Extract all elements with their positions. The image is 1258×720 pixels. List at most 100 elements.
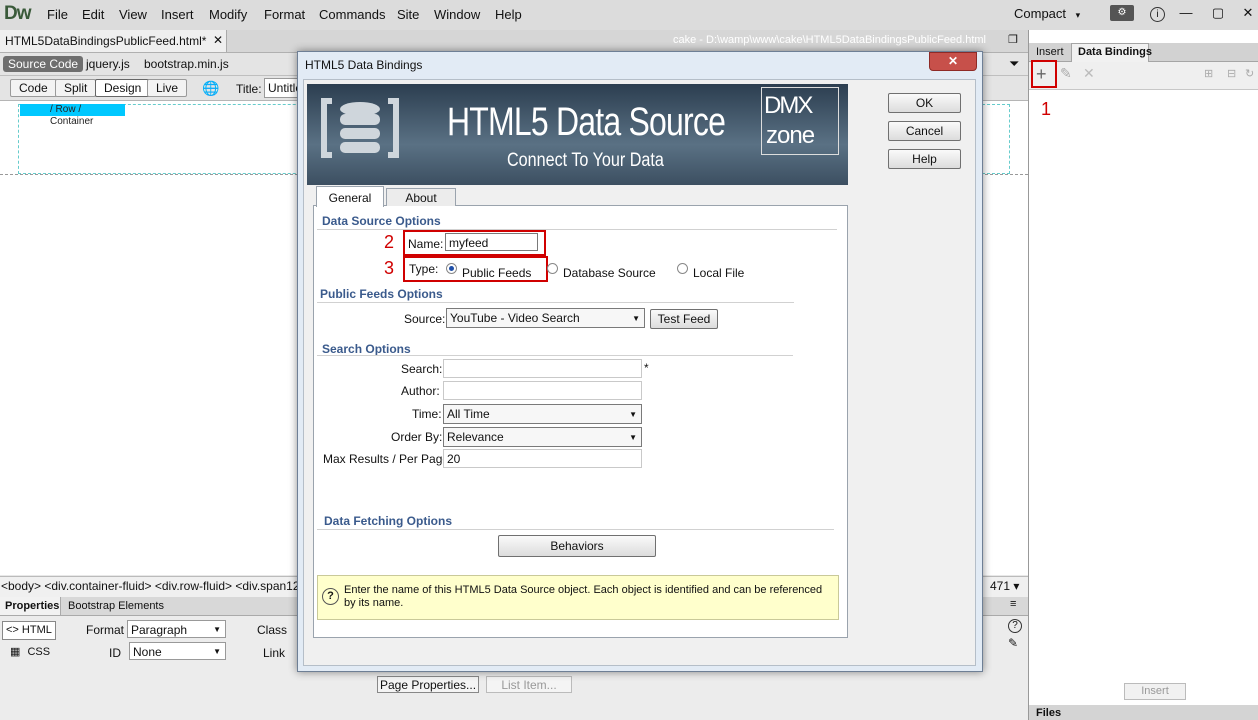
annotation-box-1 (1031, 60, 1057, 88)
source-value: YouTube - Video Search (450, 311, 580, 325)
divider (317, 302, 794, 303)
tag-selector-path[interactable]: <body> <div.container-fluid> <div.row-fl… (1, 579, 306, 593)
test-feed-button[interactable]: Test Feed (650, 309, 718, 329)
pencil-icon[interactable]: ✎ (1060, 65, 1072, 82)
list-item-button[interactable]: List Item... (486, 676, 572, 693)
question-icon: ? (322, 588, 339, 605)
tab-about[interactable]: About (386, 188, 456, 206)
restore-icon[interactable]: ❐ (1008, 33, 1018, 46)
menu-window[interactable]: Window (434, 7, 480, 22)
related-file-bootstrap[interactable]: bootstrap.min.js (144, 57, 229, 71)
related-file-jquery[interactable]: jquery.js (86, 57, 130, 71)
row-container-tag[interactable]: / Row / Container (20, 104, 125, 127)
ok-button[interactable]: OK (888, 93, 961, 113)
max-results-input[interactable]: 20 (443, 449, 642, 468)
view-code-button[interactable]: Code (10, 79, 57, 97)
section-search-options: Search Options (322, 342, 411, 356)
type-option-database-source[interactable]: Database Source (563, 266, 656, 280)
workspace-label: Compact (1014, 6, 1067, 21)
section-public-feeds-options: Public Feeds Options (320, 287, 443, 301)
id-value: None (133, 645, 162, 659)
time-value: All Time (447, 407, 490, 421)
behaviors-button[interactable]: Behaviors (498, 535, 656, 557)
collapse-icon[interactable]: ⊟ (1227, 67, 1236, 80)
id-label: ID (109, 646, 121, 660)
order-by-select[interactable]: Relevance ▼ (443, 427, 642, 447)
document-tab-label: HTML5DataBindingsPublicFeed.html* (5, 34, 207, 48)
document-path: cake - D:\wamp\www\cake\HTML5DataBinding… (673, 34, 987, 46)
css-mode-button[interactable]: ▦ CSS (10, 645, 50, 658)
page-properties-button[interactable]: Page Properties... (377, 676, 479, 693)
sync-settings-icon[interactable]: ⚙ (1110, 5, 1134, 21)
insert-binding-button[interactable]: Insert (1124, 683, 1186, 700)
dialog-close-button[interactable]: ✕ (929, 52, 977, 71)
search-label: Search: (401, 362, 443, 376)
view-design-button[interactable]: Design (95, 79, 151, 97)
menu-commands[interactable]: Commands (319, 7, 385, 22)
menu-help[interactable]: Help (495, 7, 522, 22)
css-mode-label: CSS (27, 646, 51, 658)
panel-menu-icon[interactable]: ≡ (1010, 598, 1016, 610)
time-label: Time: (412, 407, 442, 421)
tab-data-bindings-label: Data Bindings (1078, 46, 1152, 58)
id-select[interactable]: None ▼ (129, 642, 226, 660)
minimize-icon[interactable]: — (1178, 5, 1194, 21)
view-split-button[interactable]: Split (55, 79, 97, 97)
expand-icon[interactable]: ⊞ (1204, 67, 1213, 80)
type-option-local-file[interactable]: Local File (693, 266, 744, 280)
section-data-fetching-options: Data Fetching Options (324, 514, 453, 528)
view-live-button[interactable]: Live (147, 79, 188, 97)
name-input[interactable]: myfeed (445, 233, 538, 251)
info-icon[interactable]: i (1150, 7, 1165, 22)
menu-insert[interactable]: Insert (161, 7, 194, 22)
menu-modify[interactable]: Modify (209, 7, 247, 22)
menu-view[interactable]: View (119, 7, 147, 22)
window-size[interactable]: 471 ▾ (990, 579, 1019, 593)
type-label: Type: (409, 262, 439, 276)
grid-icon: ▦ (10, 646, 21, 658)
help-button[interactable]: Help (888, 149, 961, 169)
refresh-icon[interactable]: ↻ (1245, 67, 1254, 80)
source-select[interactable]: YouTube - Video Search ▼ (446, 308, 645, 328)
format-label: Format (86, 623, 125, 637)
type-option-public-feeds[interactable]: Public Feeds (462, 266, 531, 280)
html-mode-button[interactable]: <> HTML (2, 621, 56, 640)
author-label: Author: (401, 384, 440, 398)
menu-file[interactable]: File (47, 7, 68, 22)
time-select[interactable]: All Time ▼ (443, 404, 642, 424)
chevron-down-icon: ▾ (1075, 10, 1081, 20)
right-panel (1028, 30, 1258, 720)
name-label: Name: (408, 237, 444, 251)
type-radio-public-feeds[interactable] (446, 263, 457, 274)
cancel-button[interactable]: Cancel (888, 121, 961, 141)
help-message-text: Enter the name of this HTML5 Data Source… (344, 584, 823, 609)
edit-icon[interactable]: ✎ (1008, 636, 1018, 650)
tab-general[interactable]: General (316, 186, 384, 207)
help-icon[interactable]: ? (1008, 619, 1022, 633)
maximize-icon[interactable]: ▢ (1210, 5, 1226, 21)
search-input[interactable] (443, 359, 642, 378)
menu-format[interactable]: Format (264, 7, 305, 22)
menu-site[interactable]: Site (397, 7, 419, 22)
divider (317, 229, 837, 230)
tab-bootstrap-elements[interactable]: Bootstrap Elements (68, 600, 164, 612)
format-select[interactable]: Paragraph ▼ (127, 620, 226, 638)
type-radio-local-file[interactable] (677, 263, 688, 274)
database-icon (318, 95, 402, 164)
filter-icon[interactable]: ⏷ (1009, 56, 1019, 72)
globe-icon[interactable]: 🌐 (202, 80, 219, 97)
close-tab-icon[interactable]: ✕ (213, 33, 223, 47)
tab-files[interactable]: Files (1036, 707, 1061, 719)
type-radio-database-source[interactable] (547, 263, 558, 274)
delete-icon[interactable]: ✕ (1083, 65, 1095, 82)
divider (317, 529, 834, 530)
class-label: Class (257, 623, 288, 637)
menu-edit[interactable]: Edit (82, 7, 104, 22)
annotation-number-2: 2 (384, 232, 395, 252)
chevron-down-icon: ▼ (629, 433, 637, 442)
author-input[interactable] (443, 381, 642, 400)
close-app-icon[interactable]: ✕ (1240, 5, 1256, 21)
related-file-source-code[interactable]: Source Code (3, 56, 84, 72)
tab-insert[interactable]: Insert (1036, 46, 1064, 58)
workspace-switcher[interactable]: Compact ▾ (1014, 6, 1080, 21)
